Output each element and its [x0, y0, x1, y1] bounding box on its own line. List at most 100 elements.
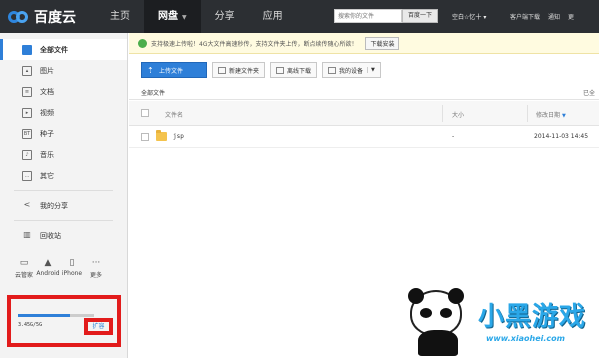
sidebar-item-all-files[interactable]: 全部文件	[0, 39, 127, 60]
sidebar-item-label: 种子	[40, 129, 54, 138]
share-icon: <	[23, 199, 31, 209]
nav-netdisk[interactable]: 网盘 ▼	[144, 0, 201, 33]
folder-icon	[156, 130, 167, 141]
client-download-link[interactable]: 客户端下载	[510, 12, 540, 21]
device-links: ▭ 云管家 ▲ Android ▯ iPhone ··· 更多	[12, 258, 108, 279]
sidebar-item-music[interactable]: ♪ 音乐	[0, 144, 127, 165]
sidebar-item-images[interactable]: ▴ 图片	[0, 60, 127, 81]
document-icon: ≡	[22, 86, 32, 97]
user-name: 空白☆忆十	[452, 14, 482, 21]
sidebar-item-label: 图片	[40, 66, 54, 75]
file-date: 2014-11-03 14:45	[534, 133, 589, 140]
select-all-checkbox[interactable]	[141, 109, 149, 117]
device-icon	[328, 66, 337, 74]
desktop-icon: ▭	[19, 258, 29, 268]
file-name[interactable]: jsp	[173, 133, 184, 140]
folder-icon	[22, 44, 32, 55]
search-box: 百度一下	[334, 9, 438, 23]
device-more[interactable]: ··· 更多	[84, 258, 108, 279]
panda-body	[418, 330, 458, 356]
column-header-date[interactable]: 修改日期 ▼	[536, 110, 566, 119]
trash-icon: ▥	[23, 229, 31, 239]
sidebar-item-documents[interactable]: ≡ 文档	[0, 81, 127, 102]
upload-label: 上传文件	[159, 67, 184, 75]
user-menu[interactable]: 空白☆忆十 ▾	[452, 12, 486, 21]
loaded-all-text: 已全	[582, 90, 595, 97]
new-folder-button[interactable]: 新建文件夹	[212, 62, 266, 78]
offline-download-button[interactable]: 离线下载	[270, 62, 318, 78]
device-label: iPhone	[61, 270, 83, 277]
column-header-size[interactable]: 大小	[452, 110, 464, 119]
chevron-down-icon[interactable]: ▼	[367, 67, 375, 73]
row-checkbox[interactable]	[141, 133, 149, 141]
device-android[interactable]: ▲ Android	[36, 258, 60, 279]
notifications-link[interactable]: 通知	[548, 12, 560, 21]
divider	[14, 220, 113, 221]
notice-banner: 支持极速上传啦！4G大文件高速秒传，支持文件夹上传，断点续传随心所欲！ 下载安装	[129, 33, 599, 54]
offline-download-label: 离线下载	[287, 67, 312, 75]
column-divider	[442, 105, 443, 122]
my-devices-button[interactable]: 我的设备 ▼	[322, 62, 381, 78]
sidebar-item-videos[interactable]: ▸ 视频	[0, 102, 127, 123]
column-header-date-label: 修改日期	[536, 112, 561, 119]
watermark-brand: 小黑游戏	[478, 302, 587, 332]
chevron-down-icon: ▾	[483, 14, 487, 21]
sidebar-item-label: 全部文件	[40, 45, 68, 54]
notice-text: 支持极速上传啦！4G大文件高速秒传，支持文件夹上传，断点续传随心所欲！	[151, 40, 358, 48]
download-install-button[interactable]: 下载安装	[365, 36, 400, 50]
storage-progress-bar	[18, 314, 94, 317]
watermark-url: www.xiaohei.com	[486, 334, 565, 343]
sidebar-item-other[interactable]: … 其它	[0, 165, 127, 186]
nav-apps[interactable]: 应用	[249, 0, 297, 33]
search-button[interactable]: 百度一下	[402, 9, 438, 23]
nav-share[interactable]: 分享	[201, 0, 249, 33]
device-iphone[interactable]: ▯ iPhone	[60, 258, 84, 279]
site-watermark: 小黑游戏 www.xiaohei.com	[400, 288, 599, 358]
video-icon: ▸	[22, 107, 32, 118]
breadcrumb-all-files[interactable]: 全部文件	[141, 88, 165, 97]
sidebar-item-label: 音乐	[40, 150, 54, 159]
search-input[interactable]	[334, 9, 402, 23]
column-header-name[interactable]: 文件名	[165, 110, 183, 119]
logo-text: 百度云	[34, 9, 76, 26]
more-icon: ···	[91, 258, 101, 268]
top-navigation-bar: 百度云 主页 网盘 ▼ 分享 应用 百度一下 空白☆忆十 ▾ 客户端下载 通知 更	[0, 0, 599, 33]
nav-home[interactable]: 主页	[96, 0, 144, 33]
iphone-icon: ▯	[69, 258, 75, 268]
offline-download-icon	[276, 66, 285, 74]
file-toolbar: ⇡ 上传文件 新建文件夹 离线下载 我的设备 ▼	[141, 62, 386, 78]
cloud-logo-icon	[8, 9, 30, 25]
sidebar-item-label: 其它	[40, 171, 54, 180]
sidebar-item-label: 文档	[40, 87, 54, 96]
sidebar-item-torrents[interactable]: BT 种子	[0, 123, 127, 144]
sidebar-item-label: 视频	[40, 108, 54, 117]
device-label: 云管家	[14, 272, 33, 279]
device-label: Android	[36, 270, 60, 277]
storage-usage-text: 3.45G/5G	[18, 322, 43, 328]
my-devices-label: 我的设备	[339, 67, 364, 75]
other-icon: …	[22, 170, 32, 181]
new-folder-label: 新建文件夹	[229, 67, 260, 75]
device-desktop[interactable]: ▭ 云管家	[12, 258, 36, 279]
info-icon	[138, 38, 147, 48]
more-link[interactable]: 更	[568, 12, 574, 21]
upload-button[interactable]: ⇡ 上传文件	[141, 62, 207, 78]
storage-quota-highlight: 3.45G/5G 扩容	[7, 295, 121, 347]
expand-storage-button[interactable]: 扩容	[84, 318, 113, 335]
new-folder-icon	[218, 66, 226, 74]
nav-netdisk-label: 网盘	[158, 11, 178, 22]
sidebar-item-recycle-bin[interactable]: ▥ 回收站	[0, 225, 127, 246]
device-label: 更多	[89, 272, 102, 279]
upload-icon: ⇡	[147, 65, 154, 75]
music-icon: ♪	[22, 149, 32, 160]
chevron-down-icon: ▼	[182, 14, 187, 21]
baidu-cloud-logo[interactable]: 百度云	[0, 7, 96, 27]
table-row[interactable]: jsp - 2014-11-03 14:45	[129, 126, 599, 148]
column-divider	[527, 105, 528, 122]
sidebar-item-label: 回收站	[40, 231, 61, 240]
sidebar-item-my-share[interactable]: < 我的分享	[0, 195, 127, 216]
top-links: 客户端下载 通知 更	[510, 12, 582, 21]
image-icon: ▴	[22, 65, 32, 76]
file-table-header: 文件名 大小 修改日期 ▼	[129, 101, 599, 126]
file-size: -	[452, 133, 455, 140]
